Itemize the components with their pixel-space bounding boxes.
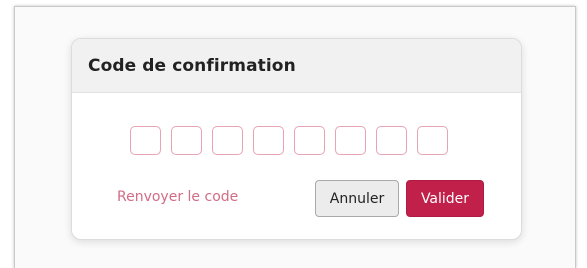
code-digit-input-7[interactable] [376,126,407,155]
dialog-title: Code de confirmation [88,55,296,76]
dialog-header: Code de confirmation [72,39,521,93]
code-digit-input-8[interactable] [417,126,448,155]
code-input-group [130,126,448,155]
code-digit-input-4[interactable] [253,126,284,155]
code-digit-input-2[interactable] [171,126,202,155]
cancel-button[interactable]: Annuler [315,180,399,217]
code-digit-input-6[interactable] [335,126,366,155]
code-digit-input-5[interactable] [294,126,325,155]
resend-code-link[interactable]: Renvoyer le code [117,189,238,205]
code-digit-input-3[interactable] [212,126,243,155]
confirmation-dialog: Code de confirmation Renvoyer le code An… [71,38,522,240]
validate-button[interactable]: Valider [406,180,484,217]
code-digit-input-1[interactable] [130,126,161,155]
